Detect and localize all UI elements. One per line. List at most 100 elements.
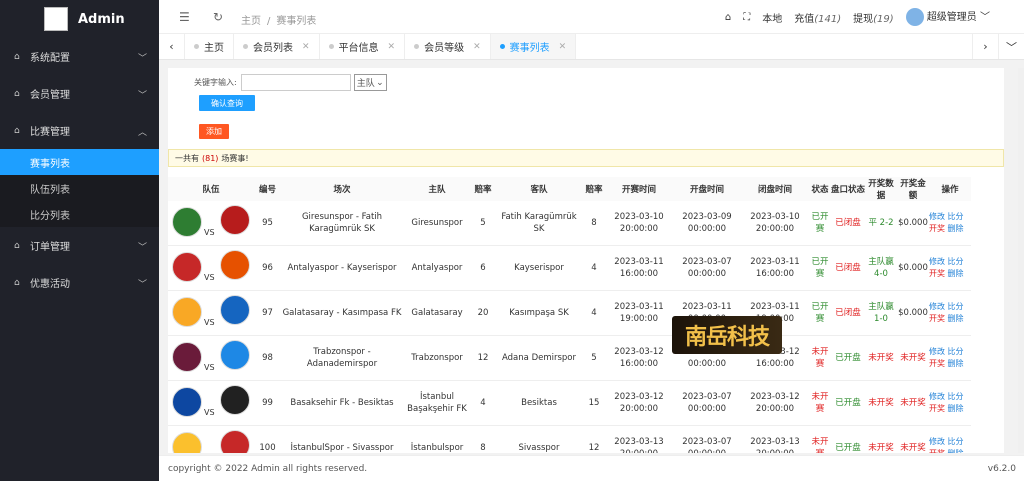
home-icon[interactable]: ⌂ — [725, 12, 731, 23]
tab-scroll-right-icon[interactable]: › — [972, 34, 998, 59]
table-row: VS 98 Trabzonspor - Adanademirspor Trabzons… — [168, 335, 971, 381]
fullscreen-icon[interactable]: ⛶ — [743, 12, 750, 23]
away-team-logo — [220, 340, 250, 370]
tab-platform-info[interactable]: 平台信息 ✕ — [320, 34, 406, 59]
refresh-icon[interactable]: ↻ — [213, 10, 223, 24]
tab-scroll-left-icon[interactable]: ‹ — [159, 34, 185, 59]
score-link[interactable]: 比分 — [948, 257, 964, 266]
tab-menu-icon[interactable]: ﹀ — [998, 34, 1024, 59]
close-time: 2023-03-13 20:00:00 — [741, 425, 809, 453]
draw-amount: $0.000 — [897, 290, 929, 336]
draw-result: 平 2-2 — [865, 201, 897, 246]
team-logos-cell: VS — [168, 290, 254, 336]
sidebar-subitem-match-list[interactable]: 赛事列表 — [0, 149, 159, 175]
avatar — [905, 8, 924, 26]
close-time: 2023-03-12 20:00:00 — [741, 380, 809, 426]
home-icon: ⌂ — [14, 277, 20, 288]
delete-link[interactable]: 删除 — [948, 404, 964, 413]
delete-link[interactable]: 删除 — [948, 224, 964, 233]
tab-bar: ‹ 主页 会员列表 ✕ 平台信息 ✕ 会员等级 ✕ 赛事列表 ✕ › ﹀ — [159, 34, 1024, 60]
score-link[interactable]: 比分 — [948, 212, 964, 221]
market-status: 已开盘 — [831, 425, 865, 453]
edit-link[interactable]: 修改 — [929, 257, 945, 266]
menu-toggle-icon[interactable]: ☰ — [179, 10, 190, 24]
top-header: ☰ ↻ 主页 / 赛事列表 ⌂ ⛶ 本地 充值(141) 提现(19) 超级管理员 … — [159, 0, 1024, 34]
close-icon[interactable]: ✕ — [559, 42, 567, 52]
delete-link[interactable]: 删除 — [948, 314, 964, 323]
draw-link[interactable]: 开奖 — [929, 449, 945, 453]
draw-link[interactable]: 开奖 — [929, 404, 945, 413]
delete-link[interactable]: 删除 — [948, 449, 964, 453]
delete-link[interactable]: 删除 — [948, 359, 964, 368]
close-icon[interactable]: ✕ — [302, 42, 310, 52]
table-body: VS 95 Giresunspor - Fatih Karagümrük SK Gir… — [168, 201, 971, 453]
vs-label: VS — [204, 452, 215, 453]
score-link[interactable]: 比分 — [948, 347, 964, 356]
chevron-down-icon: ﹀ — [980, 12, 990, 23]
notice-prefix: 一共有 — [175, 153, 199, 163]
search-field-select[interactable]: 主队 ⌄ — [353, 74, 387, 91]
draw-link[interactable]: 开奖 — [929, 359, 945, 368]
team-logos: VS — [168, 381, 254, 425]
tab-member-list[interactable]: 会员列表 ✕ — [234, 34, 320, 59]
add-button[interactable]: 添加 — [199, 124, 229, 139]
sidebar-item-promotions[interactable]: ⌂ 优惠活动 ﹀ — [0, 264, 159, 301]
match-id: 97 — [254, 290, 281, 336]
team-logos-cell: VS — [168, 245, 254, 291]
close-icon[interactable]: ✕ — [388, 42, 396, 52]
edit-link[interactable]: 修改 — [929, 302, 945, 311]
edit-link[interactable]: 修改 — [929, 347, 945, 356]
sidebar-subitem-score-list[interactable]: 比分列表 — [0, 201, 159, 227]
team-logos: VS — [168, 201, 254, 245]
local-link[interactable]: 本地 — [762, 10, 782, 25]
edit-link[interactable]: 修改 — [929, 392, 945, 401]
draw-link[interactable]: 开奖 — [929, 269, 945, 278]
market-status: 已闭盘 — [831, 245, 865, 291]
col-header: 开奖数据 — [865, 177, 897, 201]
score-link[interactable]: 比分 — [948, 437, 964, 446]
draw-link[interactable]: 开奖 — [929, 224, 945, 233]
draw-amount: $0.000 — [897, 245, 929, 291]
logo[interactable]: Admin — [0, 0, 159, 38]
sidebar-item-members[interactable]: ⌂ 会员管理 ﹀ — [0, 75, 159, 112]
sidebar-subitem-team-list[interactable]: 队伍列表 — [0, 175, 159, 201]
col-header: 闭盘时间 — [741, 177, 809, 201]
tab-home[interactable]: 主页 — [185, 34, 234, 59]
sidebar-item-system-config[interactable]: ⌂ 系统配置 ﹀ — [0, 38, 159, 75]
breadcrumb-home[interactable]: 主页 — [241, 16, 261, 27]
recharge-link[interactable]: 充值(141) — [794, 10, 841, 25]
delete-link[interactable]: 删除 — [948, 269, 964, 278]
away-team: Kasımpaşa SK — [495, 290, 583, 336]
edit-link[interactable]: 修改 — [929, 437, 945, 446]
sidebar-item-matches[interactable]: ⌂ 比赛管理 ︿ — [0, 112, 159, 149]
user-menu[interactable]: 超级管理员 ﹀ — [905, 8, 990, 26]
status-badge: 已开赛 — [809, 245, 831, 291]
withdraw-link[interactable]: 提现(19) — [853, 10, 894, 25]
actions-cell: 修改 比分 开奖 删除 — [929, 290, 971, 336]
query-button[interactable]: 确认查询 — [199, 95, 255, 111]
app-title: Admin — [78, 11, 125, 27]
close-time: 2023-03-11 16:00:00 — [741, 245, 809, 291]
team-logos: VS — [168, 336, 254, 380]
away-team: Kayserispor — [495, 245, 583, 291]
match-name: Trabzonspor - Adanademirspor — [281, 335, 403, 381]
score-link[interactable]: 比分 — [948, 302, 964, 311]
table-row: VS 100İstanbulSpor - Sivassporİstanbulspo… — [168, 425, 971, 453]
select-value: 主队 — [356, 79, 375, 89]
search-input[interactable] — [240, 74, 351, 91]
edit-link[interactable]: 修改 — [929, 212, 945, 221]
tab-member-level[interactable]: 会员等级 ✕ — [405, 34, 491, 59]
version: v6.2.0 — [987, 463, 1016, 474]
tab-match-list[interactable]: 赛事列表 ✕ — [490, 34, 577, 59]
table-row: VS 99 Basaksehir Fk - Besiktas İstanbul Baş… — [168, 380, 971, 426]
scrollbar[interactable] — [1018, 68, 1024, 453]
match-table: 队伍 编号 场次 主队 赔率 客队 赔率 开赛时间 开盘时间 闭盘时间 状态 盘… — [168, 177, 971, 453]
chevron-down-icon: ﹀ — [137, 243, 147, 253]
draw-link[interactable]: 开奖 — [929, 314, 945, 323]
home-team-logo — [172, 342, 202, 372]
home-team-logo — [172, 297, 202, 327]
sidebar-item-orders[interactable]: ⌂ 订单管理 ﹀ — [0, 227, 159, 264]
close-icon[interactable]: ✕ — [473, 42, 481, 52]
score-link[interactable]: 比分 — [948, 392, 964, 401]
draw-result: 未开奖 — [865, 425, 897, 453]
